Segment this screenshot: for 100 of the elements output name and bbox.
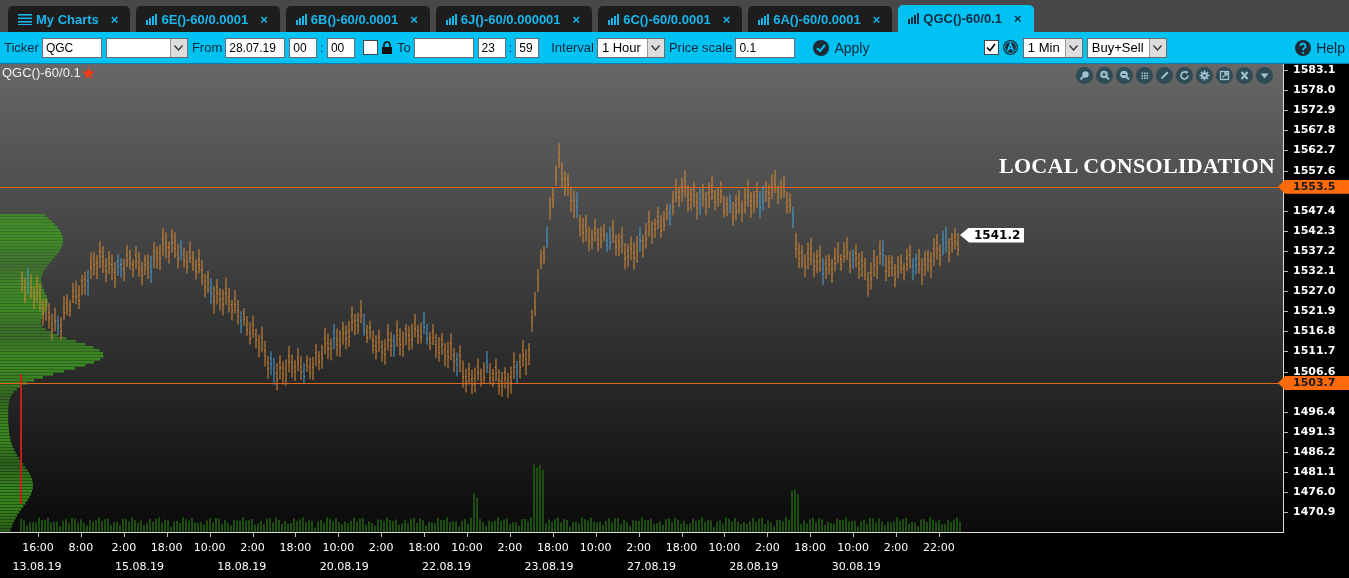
price-label: 1557.6 [1293,163,1336,177]
time-label: 8:00 [68,541,94,554]
date-label: 20.08.19 [319,560,369,573]
tab[interactable]: 6J()-60/0.000001 × [435,6,593,32]
checkbox[interactable] [983,40,999,55]
time-label: 2:00 [240,541,265,554]
dropdown[interactable]: Buy+Sell [1086,37,1167,58]
time-separator: : [508,40,513,55]
help-button[interactable]: Help [1295,39,1345,56]
field-label: From [191,40,223,55]
price-scale-field[interactable]: 0.1 [735,37,796,58]
time-label: 18:00 [150,541,183,554]
price-label: 1537.2 [1293,243,1336,257]
check-icon [986,43,997,52]
minute-field[interactable]: 00 [326,37,355,58]
price-label: 1578.0 [1293,83,1336,97]
time-label: 2:00 [626,541,651,554]
zoom-icon[interactable] [1076,67,1093,84]
price-label: 1527.0 [1293,284,1336,298]
price-label: 1481.1 [1293,465,1336,478]
bar-chart-icon [295,13,307,25]
price-label: 1506.6 [1293,364,1336,378]
hour-field[interactable]: 00 [289,37,318,58]
bar-chart-icon [608,13,620,25]
date-label: 28.08.19 [729,560,779,573]
date-label: 18.08.19 [217,560,267,573]
checkbox[interactable] [362,40,378,55]
field-label: Ticker [4,40,39,55]
close-tab-button[interactable]: × [260,11,268,27]
chart-title: QGC()-60/0.1 [2,65,81,80]
dropdown[interactable]: 1 Hour [596,37,665,58]
star-icon [80,65,96,80]
zoom-out-icon[interactable] [1116,67,1133,84]
price-label: 1476.0 [1293,485,1336,499]
settings-icon[interactable] [1196,67,1213,84]
time-label: 22:00 [923,541,955,554]
time-label: 10:00 [837,541,869,554]
lock-icon [380,41,393,54]
tab[interactable]: 6A()-60/0.0001 × [748,6,893,32]
date-label: 27.08.19 [626,560,676,573]
tab[interactable]: My Charts × [8,6,131,32]
time-label: 18:00 [665,541,698,554]
tab[interactable]: 6B()-60/0.0001 × [285,6,430,32]
time-label: 2:00 [883,541,909,554]
close-tab-button[interactable]: × [572,11,581,27]
caret-down-icon [1153,44,1163,51]
time-label: 16:00 [22,541,54,554]
date-label: 23.08.19 [524,560,574,573]
expand-icon[interactable] [1216,67,1233,84]
ticker-field[interactable]: QGC [41,37,102,58]
date-label: 22.08.19 [422,560,472,573]
caret-down-icon [651,44,661,51]
dropdown[interactable] [105,37,188,58]
price-label: 1521.9 [1293,304,1336,318]
date-label: 15.08.19 [114,560,164,573]
annotation-text: LOCAL CONSOLIDATION [998,153,1275,179]
close-tab-button[interactable]: × [722,11,731,27]
price-label: 1532.1 [1293,264,1336,277]
date-label: 13.08.19 [12,560,62,573]
grid-icon[interactable] [1136,67,1153,84]
tab[interactable]: 6C()-60/0.0001 × [598,6,743,32]
price-label: 1572.9 [1293,103,1336,117]
caret-down-icon[interactable] [1256,67,1273,84]
pencil-icon[interactable] [1156,67,1173,84]
check-circle-icon [813,39,830,56]
price-label: 1547.4 [1293,203,1336,217]
hour-field[interactable]: 23 [477,37,506,58]
close-tab-button[interactable]: × [1014,11,1022,26]
price-label: 1511.7 [1293,344,1336,358]
last-price-label: 1541.2 [960,227,1025,243]
refresh-icon[interactable] [1176,67,1193,84]
price-label: 1542.3 [1293,223,1336,237]
time-label: 10:00 [451,541,483,554]
date-field[interactable] [413,37,474,58]
time-label: 10:00 [193,541,226,554]
close-tab-button[interactable]: × [410,11,418,27]
apply-button[interactable]: Apply [813,39,870,56]
tab[interactable]: QGC()-60/0.1 × [898,5,1034,32]
dropdown[interactable]: 1 Min [1022,37,1083,58]
caret-down-icon [174,44,184,51]
minute-field[interactable]: 59 [515,37,540,58]
close-tab-button[interactable]: × [110,11,119,27]
time-label: 2:00 [368,541,394,554]
time-label: 18:00 [279,541,312,554]
time-label: 2:00 [497,541,523,554]
bar-chart-icon [445,13,457,25]
time-label: 10:00 [708,541,741,554]
auto-circle-icon [1001,39,1019,56]
time-label: 2:00 [111,541,137,554]
date-field[interactable]: 28.07.19 [225,37,286,58]
close-icon[interactable] [1236,67,1253,84]
field-label: Interval [551,40,594,55]
bar-chart-icon [758,13,770,25]
price-label: 1567.8 [1293,123,1336,137]
time-label: 18:00 [794,541,827,554]
zoom-in-icon[interactable] [1096,67,1113,84]
tab[interactable]: 6E()-60/0.0001 × [136,6,280,32]
time-separator: : [320,40,324,55]
close-tab-button[interactable]: × [872,11,881,27]
menu-icon [18,13,32,25]
